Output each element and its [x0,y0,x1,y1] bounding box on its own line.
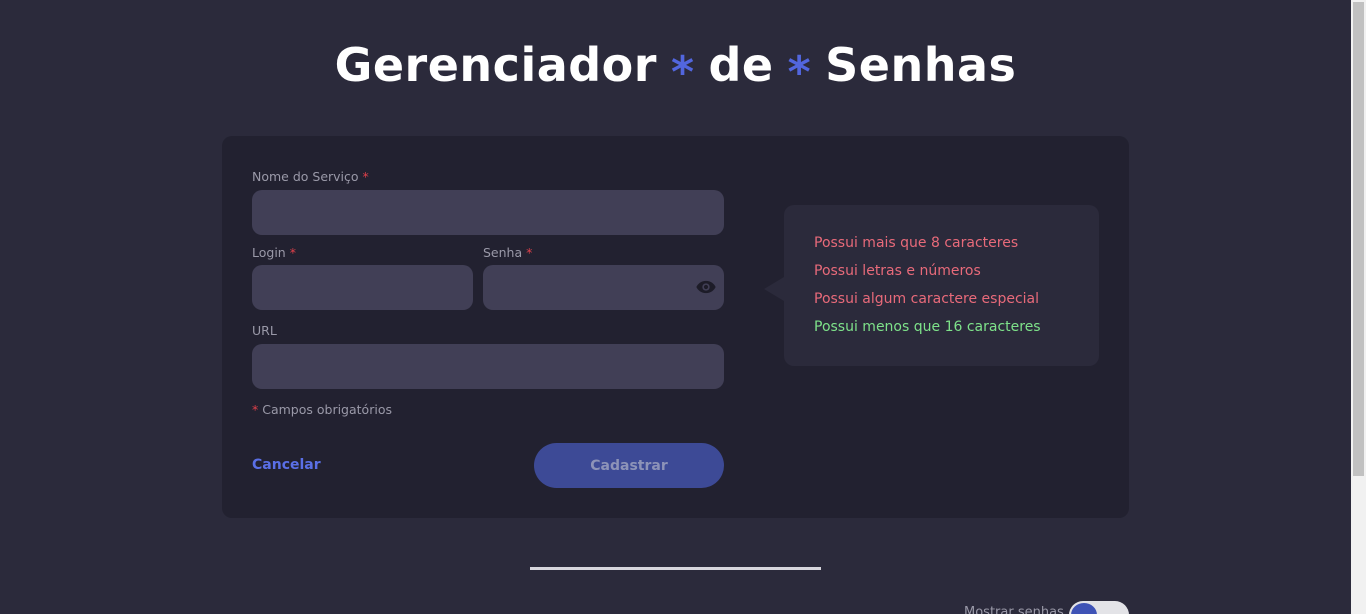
required-mark: * [526,245,533,260]
show-passwords-toggle[interactable] [1069,601,1129,614]
password-rules-panel: Possui mais que 8 caracteres Possui letr… [764,205,1099,366]
rule-letters-numbers: Possui letras e números [814,263,981,279]
scrollbar-thumb[interactable] [1353,2,1364,476]
service-name-label: Nome do Serviço * [252,169,369,184]
asterisk-icon: * [787,47,812,98]
required-mark: * [289,245,296,260]
login-input[interactable] [252,265,473,310]
login-label: Login * [252,245,296,260]
title-word-3: Senhas [825,38,1017,92]
title-word-1: Gerenciador [334,38,657,92]
submit-button[interactable]: Cadastrar [534,443,724,488]
rule-max-length: Possui menos que 16 caracteres [814,319,1041,335]
rule-min-length: Possui mais que 8 caracteres [814,235,1019,251]
cancel-button[interactable]: Cancelar [252,457,321,473]
page-title: Gerenciador * de * Senhas [0,38,1351,98]
required-mark: * [362,169,369,184]
title-word-2: de [708,38,774,92]
page-scrollbar[interactable] [1351,0,1366,614]
rule-special-char: Possui algum caractere especial [814,291,1040,307]
password-label: Senha * [483,245,533,260]
section-divider [530,567,821,570]
eye-icon[interactable] [695,280,717,294]
panel-pointer [764,277,784,301]
service-name-input[interactable] [252,190,724,235]
toggle-knob [1071,603,1097,614]
url-label: URL [252,323,277,338]
required-fields-hint: * Campos obrigatórios [252,402,392,417]
show-passwords-label: Mostrar senhas [964,605,1064,614]
asterisk-icon: * [670,47,695,98]
password-input[interactable] [483,265,724,310]
url-input[interactable] [252,344,724,389]
